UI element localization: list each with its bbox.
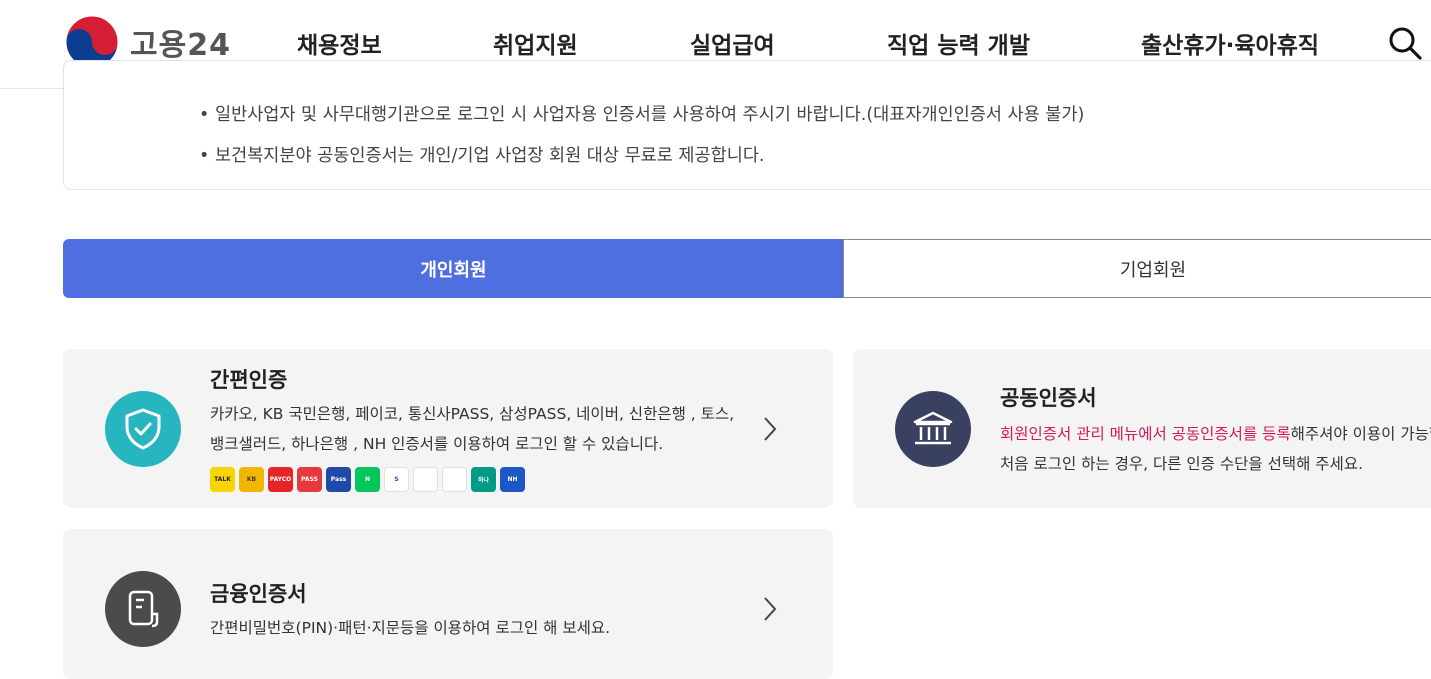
nav-skills-development[interactable]: 직업 능력 개발 (887, 26, 1030, 60)
banksalad-logo-icon (442, 467, 467, 492)
tab-business-member[interactable]: 기업회원 (843, 239, 1431, 298)
document-icon (105, 571, 181, 647)
shield-check-icon (105, 391, 181, 467)
bank-building-icon (895, 391, 971, 467)
simple-auth-card[interactable]: 간편인증 카카오, KB 국민은행, 페이코, 통신사PASS, 삼성PASS,… (63, 349, 833, 508)
provider-logo-list: TALK KB PAYCO PASS Pass N S 하나 NH (210, 467, 525, 492)
notice-line: • 보건복지분야 공동인증서는 개인/기업 사업장 회원 대상 무료로 제공합니다… (199, 146, 765, 166)
nh-logo-icon: NH (500, 467, 525, 492)
card-description: 간편비밀번호(PIN)·패턴·지문등을 이용하여 로그인 해 보세요. (210, 619, 611, 637)
chevron-right-icon (764, 417, 777, 441)
samsung-pass-logo-icon: Pass (326, 467, 351, 492)
nav-unemployment-benefit[interactable]: 실업급여 (690, 26, 775, 60)
highlight-text: 회원인증서 관리 메뉴에서 공동인증서를 등록 (1000, 425, 1291, 443)
card-title: 간편인증 (210, 368, 288, 392)
hana-logo-icon: 하나 (471, 467, 496, 492)
logo-text: 고용24 (130, 28, 231, 63)
chevron-right-icon (764, 597, 777, 621)
search-icon[interactable] (1386, 24, 1424, 62)
shinhan-logo-icon: S (384, 467, 409, 492)
card-description: 카카오, KB 국민은행, 페이코, 통신사PASS, 삼성PASS, 네이버,… (210, 405, 735, 453)
payco-logo-icon: PAYCO (268, 467, 293, 492)
naver-logo-icon: N (355, 467, 380, 492)
notice-box: • 일반사업자 및 사무대행기관으로 로그인 시 사업자용 인증서를 사용하여 주… (63, 60, 1431, 190)
notice-line: • 일반사업자 및 사무대행기관으로 로그인 시 사업자용 인증서를 사용하여 주… (199, 105, 1085, 125)
card-title: 금융인증서 (210, 582, 307, 606)
nav-parental-leave[interactable]: 출산휴가·육아휴직 (1141, 26, 1319, 60)
bullet: • (199, 105, 210, 125)
pass-logo-icon: PASS (297, 467, 322, 492)
toss-logo-icon (413, 467, 438, 492)
card-title: 공동인증서 (1000, 386, 1097, 410)
kb-logo-icon: KB (239, 467, 264, 492)
tab-personal-member[interactable]: 개인회원 (63, 239, 844, 298)
card-description: 회원인증서 관리 메뉴에서 공동인증서를 등록해주셔야 이용이 가능합니다. 처… (1000, 425, 1431, 473)
kakao-logo-icon: TALK (210, 467, 235, 492)
joint-certificate-card[interactable]: 공동인증서 회원인증서 관리 메뉴에서 공동인증서를 등록해주셔야 이용이 가능… (853, 349, 1431, 508)
financial-certificate-card[interactable]: 금융인증서 간편비밀번호(PIN)·패턴·지문등을 이용하여 로그인 해 보세요… (63, 529, 833, 679)
bullet: • (199, 146, 210, 166)
nav-job-info[interactable]: 채용정보 (297, 26, 382, 60)
nav-employment-support[interactable]: 취업지원 (493, 26, 578, 60)
